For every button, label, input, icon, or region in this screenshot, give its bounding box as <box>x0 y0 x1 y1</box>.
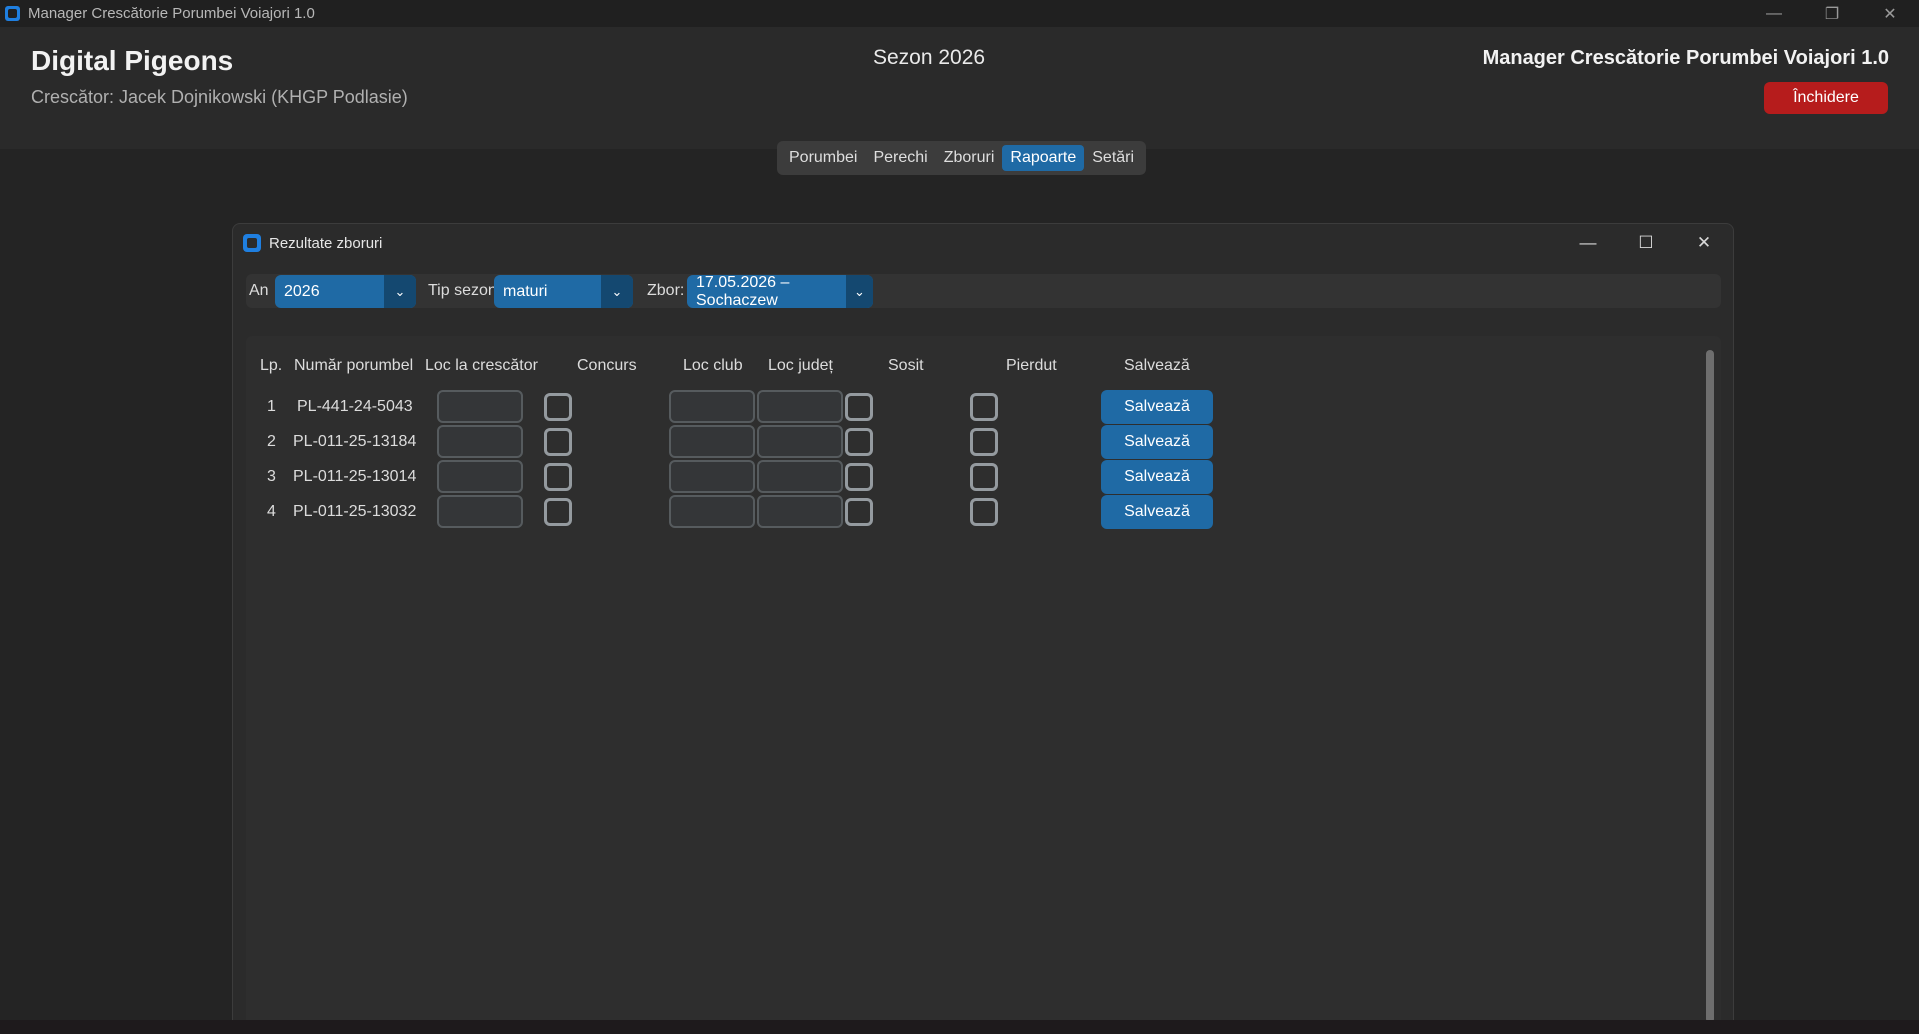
breeder-place-input[interactable] <box>437 495 523 528</box>
lost-checkbox[interactable] <box>970 393 998 421</box>
club-place-input[interactable] <box>669 390 755 423</box>
arrived-checkbox[interactable] <box>845 428 873 456</box>
row-lp: 4 <box>267 503 276 520</box>
breeder-place-input[interactable] <box>437 390 523 423</box>
county-place-input[interactable] <box>757 460 843 493</box>
save-button[interactable]: Salvează <box>1101 390 1213 424</box>
flight-results-dialog: Rezultate zboruri — ☐ ✕ An 2026 ⌄ Tip se… <box>232 223 1734 1034</box>
breeder-place-input[interactable] <box>437 460 523 493</box>
season-label: Sezon 2026 <box>873 46 986 69</box>
chevron-down-icon[interactable]: ⌄ <box>846 275 873 308</box>
chevron-down-icon[interactable]: ⌄ <box>384 275 416 308</box>
chevron-down-icon[interactable]: ⌄ <box>601 275 633 308</box>
tab-porumbei[interactable]: Porumbei <box>781 145 865 171</box>
app-icon <box>5 6 20 21</box>
header-club-place: Loc club <box>683 357 743 374</box>
competition-checkbox[interactable] <box>544 463 572 491</box>
taskbar <box>0 1020 1919 1034</box>
arrived-checkbox[interactable] <box>845 498 873 526</box>
header-pigeon-number: Număr porumbel <box>294 357 414 374</box>
save-button[interactable]: Salvează <box>1101 495 1213 529</box>
row-lp: 2 <box>267 433 276 450</box>
season-type-value: maturi <box>503 282 548 300</box>
pigeon-number: PL-011-25-13014 <box>293 468 417 485</box>
save-button[interactable]: Salvează <box>1101 425 1213 459</box>
season-type-label: Tip sezon <box>428 282 497 299</box>
filter-bar: An 2026 ⌄ Tip sezon maturi ⌄ Zbor: 17.05… <box>246 274 1721 309</box>
vertical-scrollbar[interactable] <box>1706 350 1714 1023</box>
breeder-label: Crescător: Jacek Dojnikowski (KHGP Podla… <box>31 87 408 107</box>
lost-checkbox[interactable] <box>970 498 998 526</box>
header-lost: Pierdut <box>1006 357 1057 374</box>
tab-zboruri[interactable]: Zboruri <box>936 145 1003 171</box>
tab-setari[interactable]: Setări <box>1084 145 1142 171</box>
dialog-title: Rezultate zboruri <box>269 234 383 252</box>
pigeon-number: PL-011-25-13032 <box>293 503 417 520</box>
dialog-titlebar: Rezultate zboruri — ☐ ✕ <box>233 224 1733 262</box>
pigeon-number: PL-441-24-5043 <box>297 398 413 415</box>
window-titlebar: Manager Crescătorie Porumbei Voiajori 1.… <box>0 0 1919 27</box>
lost-checkbox[interactable] <box>970 428 998 456</box>
dialog-app-icon <box>243 234 261 252</box>
club-place-input[interactable] <box>669 460 755 493</box>
county-place-input[interactable] <box>757 495 843 528</box>
tab-perechi[interactable]: Perechi <box>865 145 935 171</box>
save-button[interactable]: Salvează <box>1101 460 1213 494</box>
header-breeder-place: Loc la crescător <box>425 357 538 374</box>
restore-icon[interactable]: ❐ <box>1803 0 1861 27</box>
breeder-place-input[interactable] <box>437 425 523 458</box>
minimize-icon[interactable]: — <box>1745 0 1803 27</box>
close-icon[interactable]: ✕ <box>1861 0 1919 27</box>
competition-checkbox[interactable] <box>544 393 572 421</box>
pigeon-number: PL-011-25-13184 <box>293 433 417 450</box>
flight-select[interactable]: 17.05.2026 – Sochaczew ⌄ <box>687 274 873 309</box>
year-value: 2026 <box>284 282 320 300</box>
brand-title: Digital Pigeons <box>31 45 234 76</box>
window-title: Manager Crescătorie Porumbei Voiajori 1.… <box>28 5 315 22</box>
header-arrived: Sosit <box>888 357 924 374</box>
close-app-button[interactable]: Închidere <box>1764 82 1888 114</box>
header-competition: Concurs <box>577 357 637 374</box>
flight-label: Zbor: <box>647 282 685 299</box>
header-county-place: Loc județ <box>768 357 833 374</box>
header-lp: Lp. <box>260 357 283 374</box>
year-select[interactable]: 2026 ⌄ <box>275 275 416 308</box>
dialog-close-icon[interactable]: ✕ <box>1675 224 1733 262</box>
lost-checkbox[interactable] <box>970 463 998 491</box>
dialog-minimize-icon[interactable]: — <box>1559 224 1617 262</box>
arrived-checkbox[interactable] <box>845 393 873 421</box>
dialog-maximize-icon[interactable]: ☐ <box>1617 224 1675 262</box>
dialog-controls: — ☐ ✕ <box>1559 224 1733 262</box>
county-place-input[interactable] <box>757 390 843 423</box>
row-lp: 3 <box>267 468 276 485</box>
header-save: Salvează <box>1124 357 1190 374</box>
county-place-input[interactable] <box>757 425 843 458</box>
season-type-select[interactable]: maturi ⌄ <box>494 275 633 308</box>
year-label: An <box>249 282 269 299</box>
arrived-checkbox[interactable] <box>845 463 873 491</box>
competition-checkbox[interactable] <box>544 498 572 526</box>
tab-rapoarte[interactable]: Rapoarte <box>1002 145 1085 171</box>
club-place-input[interactable] <box>669 425 755 458</box>
main-nav: Porumbei Perechi Zboruri Rapoarte Setări <box>777 141 1147 175</box>
app-header: Digital Pigeons Crescător: Jacek Dojniko… <box>0 27 1919 149</box>
app-title: Manager Crescătorie Porumbei Voiajori 1.… <box>1482 47 1889 69</box>
window-controls: — ❐ ✕ <box>1745 0 1919 27</box>
club-place-input[interactable] <box>669 495 755 528</box>
competition-checkbox[interactable] <box>544 428 572 456</box>
row-lp: 1 <box>267 398 276 415</box>
